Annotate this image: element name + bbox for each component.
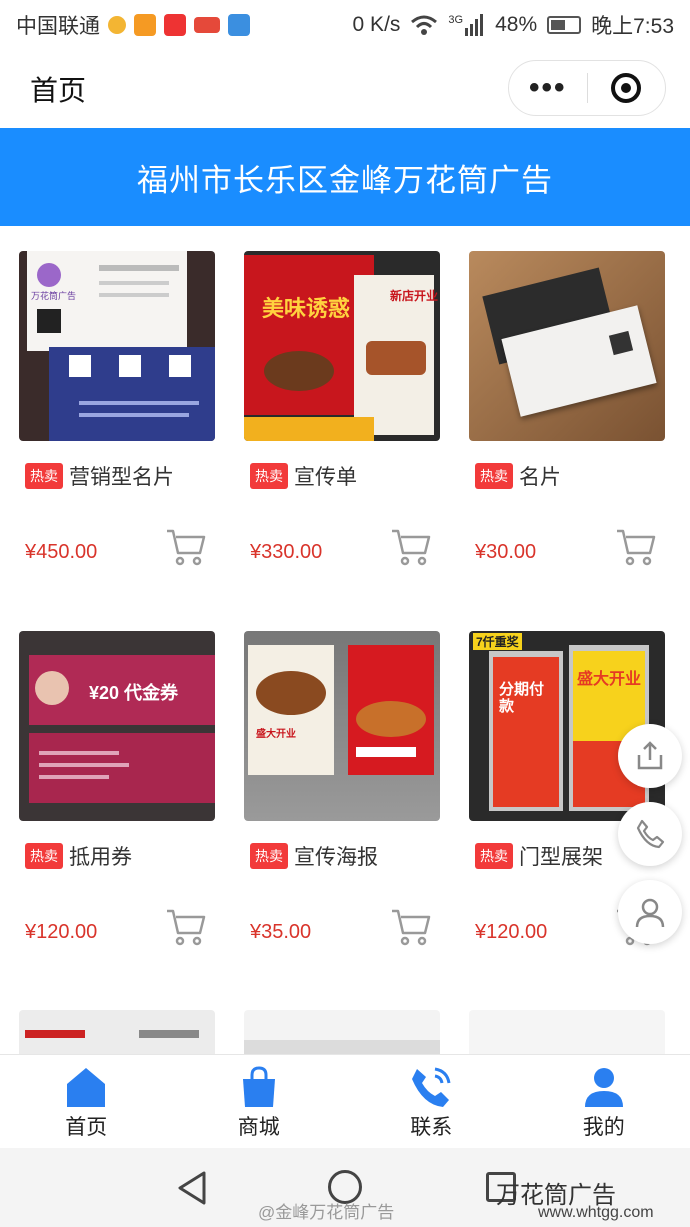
- product-name: 营销型名片: [69, 466, 174, 489]
- share-button[interactable]: [618, 724, 682, 788]
- product-name: 名片: [519, 466, 561, 489]
- product-price: ¥450.00: [25, 541, 98, 563]
- thumb-caption: 7仟重奖: [473, 633, 522, 650]
- hot-badge: 热卖: [475, 843, 513, 869]
- hot-badge: 热卖: [25, 463, 63, 489]
- call-button[interactable]: [618, 802, 682, 866]
- shop-banner: 福州市长乐区金峰万花筒广告: [0, 128, 690, 226]
- product-card[interactable]: 热卖 名片 ¥30.00: [469, 251, 665, 566]
- tab-label: 商城: [237, 1116, 280, 1139]
- product-image-partial[interactable]: [469, 1010, 665, 1054]
- thumb-caption: 万花筒广告: [31, 291, 77, 301]
- net-speed: 0 K/s: [352, 13, 401, 36]
- toutiao-icon: [194, 17, 220, 33]
- product-card[interactable]: 美味诱惑 新店开业 热卖 宣传单 ¥330.00: [244, 251, 440, 566]
- news-app-icon: [164, 14, 186, 36]
- shop-name: 福州市长乐区金峰万花筒广告: [137, 162, 553, 198]
- thumb-caption: 新店开业: [390, 289, 439, 303]
- signal-icon: [465, 14, 484, 36]
- hot-badge: 热卖: [250, 843, 288, 869]
- profile-button[interactable]: [618, 880, 682, 944]
- tab-home[interactable]: 首页: [0, 1055, 173, 1148]
- clock: 晚上7:53: [591, 15, 674, 38]
- title-bar: 首页 •••: [0, 50, 690, 128]
- page-title: 首页: [30, 75, 87, 106]
- phone-icon: [412, 1067, 451, 1107]
- thumb-caption: 美味诱惑: [262, 296, 351, 321]
- back-icon[interactable]: [176, 1170, 208, 1206]
- product-price: ¥120.00: [25, 921, 98, 943]
- battery-percent: 48%: [495, 13, 538, 36]
- weibo-watermark: @金峰万花筒广告: [258, 1203, 395, 1222]
- tab-label: 我的: [582, 1116, 625, 1139]
- product-name: 抵用券: [69, 846, 132, 869]
- product-price: ¥120.00: [475, 921, 548, 943]
- hot-badge: 热卖: [25, 843, 63, 869]
- share-icon: [637, 741, 663, 770]
- product-image-partial[interactable]: [19, 1010, 215, 1054]
- cart-icon[interactable]: [165, 907, 207, 947]
- user-icon: [584, 1068, 623, 1107]
- tab-me[interactable]: 我的: [518, 1055, 690, 1148]
- close-button[interactable]: [588, 73, 666, 103]
- product-name: 宣传单: [294, 466, 357, 489]
- battery-icon: [547, 16, 582, 34]
- target-icon: [611, 73, 642, 103]
- carrier-label: 中国联通: [16, 15, 100, 38]
- url-watermark: www.whtgg.com: [538, 1204, 654, 1221]
- cart-icon[interactable]: [615, 527, 657, 567]
- thumb-caption: ¥20 代金券: [89, 683, 179, 703]
- product-image: 盛大开业: [244, 631, 440, 821]
- product-name: 门型展架: [519, 846, 603, 869]
- more-dots-icon[interactable]: •••: [509, 73, 587, 103]
- tab-shop[interactable]: 商城: [173, 1055, 346, 1148]
- network-type: 3G: [448, 14, 464, 26]
- bag-icon: [242, 1066, 275, 1107]
- tab-bar: 首页 商城 联系 我的: [0, 1054, 690, 1148]
- status-bar: 中国联通 0 K/s 3G 48% 晚上7:53: [0, 0, 690, 50]
- hot-badge: 热卖: [250, 463, 288, 489]
- product-image: 美味诱惑 新店开业: [244, 251, 440, 441]
- product-card[interactable]: 万花筒广告 热卖 营销型名片 ¥450.00: [19, 251, 215, 566]
- product-image-partial[interactable]: [244, 1010, 440, 1054]
- app-notification-icon: [108, 16, 126, 34]
- mini-program-capsule: •••: [508, 60, 666, 116]
- tab-label: 首页: [65, 1116, 108, 1139]
- product-price: ¥330.00: [250, 541, 323, 563]
- product-price: ¥35.00: [250, 921, 312, 943]
- product-name: 宣传海报: [294, 846, 378, 869]
- hot-badge: 热卖: [475, 463, 513, 489]
- cart-icon[interactable]: [390, 907, 432, 947]
- home-icon: [67, 1068, 106, 1107]
- tab-label: 联系: [410, 1116, 453, 1139]
- thumb-caption: 盛大开业: [256, 729, 296, 740]
- cart-icon[interactable]: [165, 527, 207, 567]
- video-app-icon: [134, 14, 156, 36]
- user-icon: [635, 898, 665, 928]
- tab-contact[interactable]: 联系: [345, 1055, 518, 1148]
- product-card[interactable]: 盛大开业 热卖 宣传海报 ¥35.00: [244, 631, 440, 946]
- product-price: ¥30.00: [475, 541, 537, 563]
- product-card[interactable]: ¥20 代金券 热卖 抵用券 ¥120.00: [19, 631, 215, 946]
- phone-icon: [636, 819, 665, 849]
- thumb-caption: 分期付款: [499, 681, 545, 715]
- cart-icon[interactable]: [390, 527, 432, 567]
- product-image: ¥20 代金券: [19, 631, 215, 821]
- product-image: [469, 251, 665, 441]
- product-image: 万花筒广告: [19, 251, 215, 441]
- wifi-icon: [411, 15, 438, 35]
- send-app-icon: [228, 14, 250, 36]
- thumb-caption: 盛大开业: [577, 671, 642, 688]
